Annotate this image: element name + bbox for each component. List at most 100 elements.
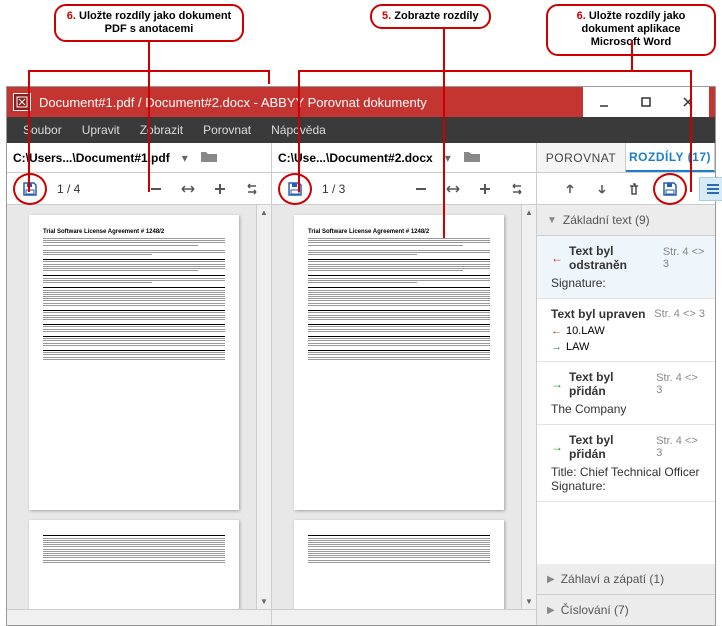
delete-diff-button[interactable] — [621, 177, 647, 201]
chevron-down-icon: ▼ — [547, 215, 557, 226]
scroll-up-icon[interactable]: ▲ — [257, 205, 272, 220]
diff-item-edited[interactable]: Text byl upraven Str. 4 <> 3 ← 10.LAW → … — [537, 299, 715, 362]
arrow-right-icon: → — [551, 440, 563, 454]
chevron-right-icon: ▶ — [547, 574, 555, 585]
doc-page: Trial Software License Agreement # 1248/… — [294, 215, 504, 510]
diff-location: Str. 4 <> 3 — [654, 308, 705, 320]
menu-edit[interactable]: Upravit — [72, 119, 130, 141]
diff-to: LAW — [566, 341, 589, 353]
menu-bar: Soubor Upravit Zobrazit Porovnat Nápověd… — [7, 117, 715, 143]
right-doc-pane[interactable]: Trial Software License Agreement # 1248/… — [272, 205, 537, 625]
diff-item-added[interactable]: → Text byl přidán Str. 4 <> 3 Title: Chi… — [537, 425, 715, 502]
scrollbar-horizontal[interactable] — [7, 609, 271, 625]
doc-page — [29, 520, 239, 615]
right-tools: 1 / 3 — [272, 173, 537, 204]
diff-from: 10.LAW — [566, 325, 605, 337]
menu-view[interactable]: Zobrazit — [130, 119, 193, 141]
list-view-toggle[interactable] — [699, 177, 722, 201]
side-tabs: POROVNAT ROZDÍLY (17) — [537, 143, 715, 172]
doc-page: Trial Software License Agreement # 1248/… — [29, 215, 239, 510]
right-doc-path: C:\Use...\Document#2.docx — [278, 151, 433, 165]
scroll-up-icon[interactable]: ▲ — [522, 205, 537, 220]
prev-diff-button[interactable] — [557, 177, 583, 201]
diff-location: Str. 4 <> 3 — [663, 246, 705, 270]
diff-body: Title: Chief Technical Officer Signature… — [551, 465, 705, 493]
group-body-text[interactable]: ▼ Základní text (9) — [537, 205, 715, 236]
save-right-button[interactable] — [282, 177, 308, 201]
path-row: C:\Users...\Document#1.pdf ▾ C:\Use...\D… — [7, 143, 715, 173]
callout-text: Zobrazte rozdíly — [394, 10, 478, 22]
callout-num: 6. — [67, 10, 76, 22]
sync-scroll-button[interactable] — [504, 177, 530, 201]
maximize-button[interactable] — [625, 87, 667, 117]
content-area: Trial Software License Agreement # 1248/… — [7, 205, 715, 625]
right-page-indicator: 1 / 3 — [318, 182, 349, 196]
app-window: Document#1.pdf / Document#2.docx - ABBYY… — [6, 86, 716, 626]
left-tools: 1 / 4 — [7, 173, 272, 204]
sync-scroll-button[interactable] — [239, 177, 265, 201]
zoom-in-button[interactable] — [207, 177, 233, 201]
diff-tools — [537, 173, 722, 204]
callout-save-pdf: 6. Uložte rozdíly jako dokument PDF s an… — [54, 4, 244, 42]
folder-icon[interactable] — [200, 149, 218, 166]
diff-body: Signature: — [551, 276, 705, 290]
zoom-out-button[interactable] — [143, 177, 169, 201]
zoom-in-button[interactable] — [472, 177, 498, 201]
diff-title: Text byl odstraněn — [569, 244, 657, 272]
group-header-footer[interactable]: ▶ Záhlaví a zápatí (1) — [537, 564, 715, 595]
scrollbar-vertical[interactable]: ▲ ▼ — [256, 205, 271, 609]
diff-body: The Company — [551, 402, 705, 416]
left-page-indicator: 1 / 4 — [53, 182, 84, 196]
arrow-left-icon: ← — [551, 251, 563, 265]
minimize-button[interactable] — [583, 87, 625, 117]
group-label: Číslování (7) — [561, 603, 629, 617]
title-bar[interactable]: Document#1.pdf / Document#2.docx - ABBYY… — [7, 87, 715, 117]
chevron-right-icon: ▶ — [547, 605, 555, 616]
menu-compare[interactable]: Porovnat — [193, 119, 261, 141]
callout-show-diffs: 5. Zobrazte rozdíly — [370, 4, 491, 29]
next-diff-button[interactable] — [589, 177, 615, 201]
arrow-left-icon: ← — [551, 325, 562, 337]
save-left-button[interactable] — [17, 177, 43, 201]
save-diffs-button[interactable] — [657, 177, 683, 201]
doc-heading: Trial Software License Agreement # 1248/… — [43, 229, 225, 235]
arrow-right-icon: → — [551, 341, 562, 353]
group-numbering[interactable]: ▶ Číslování (7) — [537, 595, 715, 625]
tab-diffs[interactable]: ROZDÍLY (17) — [626, 143, 715, 172]
folder-icon[interactable] — [463, 149, 481, 166]
group-label: Základní text (9) — [563, 213, 650, 227]
diff-title: Text byl přidán — [569, 433, 650, 461]
caret-down-icon[interactable]: ▾ — [182, 151, 188, 165]
diff-title: Text byl přidán — [569, 370, 650, 398]
scrollbar-vertical[interactable]: ▲ ▼ — [521, 205, 536, 609]
diff-location: Str. 4 <> 3 — [656, 372, 705, 396]
arrow-right-icon: → — [551, 377, 563, 391]
scroll-down-icon[interactable]: ▼ — [522, 594, 537, 609]
group-label: Záhlaví a zápatí (1) — [561, 572, 664, 586]
doc-page — [294, 520, 504, 615]
callout-text: Uložte rozdíly jako dokument PDF s anota… — [79, 10, 231, 35]
diff-item-removed[interactable]: ← Text byl odstraněn Str. 4 <> 3 Signatu… — [537, 236, 715, 299]
left-doc-pane[interactable]: Trial Software License Agreement # 1248/… — [7, 205, 272, 625]
tool-row: 1 / 4 1 / 3 — [7, 173, 715, 205]
left-doc-path-cell: C:\Users...\Document#1.pdf ▾ — [7, 143, 272, 172]
doc-heading: Trial Software License Agreement # 1248/… — [308, 229, 490, 235]
menu-file[interactable]: Soubor — [13, 119, 72, 141]
zoom-out-button[interactable] — [408, 177, 434, 201]
window-title: Document#1.pdf / Document#2.docx - ABBYY… — [39, 95, 427, 110]
diff-title: Text byl upraven — [551, 307, 645, 321]
callout-num: 5. — [382, 10, 391, 22]
diff-pane: ▼ Základní text (9) ← Text byl odstraněn… — [537, 205, 715, 625]
tab-compare[interactable]: POROVNAT — [537, 143, 626, 172]
fit-width-button[interactable] — [175, 177, 201, 201]
caret-down-icon[interactable]: ▾ — [445, 151, 451, 165]
diff-location: Str. 4 <> 3 — [656, 435, 705, 459]
callout-text: Uložte rozdíly jako dokument aplikace Mi… — [581, 10, 685, 48]
scroll-down-icon[interactable]: ▼ — [257, 594, 272, 609]
diff-item-added[interactable]: → Text byl přidán Str. 4 <> 3 The Compan… — [537, 362, 715, 425]
right-doc-path-cell: C:\Use...\Document#2.docx ▾ — [272, 143, 537, 172]
close-button[interactable] — [667, 87, 709, 117]
callout-num: 6. — [577, 10, 586, 22]
scrollbar-horizontal[interactable] — [272, 609, 536, 625]
left-doc-path: C:\Users...\Document#1.pdf — [13, 151, 170, 165]
